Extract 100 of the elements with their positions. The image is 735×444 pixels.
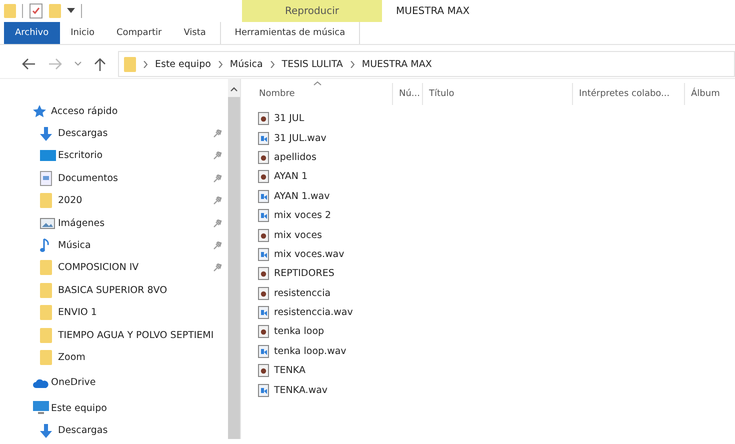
file-row[interactable]: AYAN 1.wav bbox=[253, 186, 378, 206]
audio-project-file-icon bbox=[258, 286, 269, 300]
sidebar-item[interactable]: COMPOSICION IV bbox=[0, 256, 228, 280]
file-name: 31 JUL bbox=[274, 113, 304, 124]
file-row[interactable]: apellidos bbox=[253, 148, 378, 168]
chevron-icon[interactable] bbox=[270, 60, 275, 68]
audio-project-file-icon bbox=[258, 170, 269, 184]
scroll-up-icon[interactable] bbox=[230, 87, 238, 92]
wav-file-icon bbox=[258, 209, 269, 222]
file-name: tenka loop.wav bbox=[274, 346, 346, 357]
file-row[interactable]: TENKA bbox=[253, 361, 378, 380]
file-name: resistenccia bbox=[274, 288, 331, 299]
breadcrumb-item[interactable]: Este equipo bbox=[155, 58, 211, 70]
column-header[interactable]: Título bbox=[423, 83, 573, 105]
file-row[interactable]: TENKA.wav bbox=[253, 380, 378, 400]
new-folder-icon[interactable] bbox=[49, 3, 61, 19]
file-name: 31 JUL.wav bbox=[274, 132, 326, 144]
chevron-icon[interactable] bbox=[143, 60, 148, 68]
pin-icon[interactable] bbox=[213, 196, 222, 206]
sidebar-item[interactable]: OneDrive bbox=[0, 372, 228, 394]
sidebar-label: Zoom bbox=[58, 352, 86, 363]
sidebar-label: Descargas bbox=[58, 128, 109, 140]
sidebar-label: Imágenes bbox=[58, 218, 106, 229]
sidebar-label: TIEMPO AGUA Y POLVO SEPTIEMI bbox=[58, 330, 215, 341]
file-name: TENKA.wav bbox=[274, 384, 328, 396]
column-header[interactable]: Nombre bbox=[253, 83, 393, 105]
address-bar[interactable]: Este equipo Música TESIS LULITA MUESTRA MAX bbox=[118, 51, 735, 77]
sidebar-label: COMPOSICION IV bbox=[58, 262, 140, 274]
sidebar-item[interactable]: Escritorio bbox=[0, 144, 228, 168]
folder-icon bbox=[40, 282, 52, 298]
star-icon bbox=[33, 104, 46, 118]
file-row[interactable]: tenka loop.wav bbox=[253, 342, 378, 362]
sidebar-label: Descargas bbox=[58, 425, 109, 436]
file-row[interactable]: mix voces 2 bbox=[253, 206, 378, 226]
breadcrumb-item[interactable]: Música bbox=[230, 58, 263, 70]
wav-file-icon bbox=[258, 306, 269, 320]
file-row[interactable]: resistenccia bbox=[253, 284, 378, 303]
folder-icon bbox=[124, 56, 136, 72]
sidebar-item[interactable]: Música bbox=[0, 234, 228, 257]
ribbon-tab[interactable]: Herramientas de música bbox=[220, 22, 360, 44]
chevron-icon[interactable] bbox=[350, 60, 355, 68]
sidebar-item[interactable]: Acceso rápido bbox=[0, 100, 228, 122]
file-name: mix voces.wav bbox=[274, 248, 344, 260]
file-row[interactable]: mix voces.wav bbox=[253, 244, 378, 264]
file-row[interactable]: REPTIDORES bbox=[253, 264, 378, 284]
up-icon[interactable] bbox=[94, 58, 106, 70]
sidebar-label: Este equipo bbox=[51, 402, 108, 414]
sidebar-label: ENVIO 1 bbox=[58, 307, 98, 318]
sidebar-item[interactable]: ENVIO 1 bbox=[0, 302, 228, 324]
forward-icon[interactable] bbox=[48, 58, 62, 70]
sidebar-item[interactable]: Documentos bbox=[0, 167, 228, 190]
breadcrumb-item[interactable]: MUESTRA MAX bbox=[362, 58, 432, 70]
cloud-icon bbox=[33, 378, 49, 388]
file-row[interactable]: 31 JUL.wav bbox=[253, 128, 378, 148]
sidebar-label: BASICA SUPERIOR 8VO bbox=[58, 284, 168, 296]
pin-icon[interactable] bbox=[213, 151, 222, 160]
pin-icon[interactable] bbox=[213, 263, 222, 272]
sidebar-item[interactable]: Imágenes bbox=[0, 212, 228, 234]
wav-file-icon bbox=[258, 248, 269, 261]
breadcrumb-item[interactable]: TESIS LULITA bbox=[282, 58, 343, 70]
file-tab[interactable]: Archivo bbox=[4, 22, 60, 44]
audio-project-file-icon bbox=[258, 150, 269, 164]
sidebar-item[interactable]: Zoom bbox=[0, 346, 228, 369]
pin-icon[interactable] bbox=[213, 129, 222, 138]
sidebar-label: Escritorio bbox=[58, 150, 104, 162]
file-row[interactable]: resistenccia.wav bbox=[253, 302, 378, 322]
file-name: TENKA bbox=[274, 365, 306, 376]
folder-icon bbox=[40, 305, 52, 320]
folder-icon[interactable] bbox=[4, 3, 16, 19]
chevron-icon[interactable] bbox=[218, 60, 223, 68]
back-icon[interactable] bbox=[22, 58, 36, 70]
column-header[interactable]: Álbum bbox=[685, 83, 725, 105]
file-name: AYAN 1 bbox=[274, 171, 308, 182]
file-row[interactable]: 31 JUL bbox=[253, 109, 378, 128]
pin-icon[interactable] bbox=[213, 241, 222, 250]
sidebar-item[interactable]: Descargas bbox=[0, 419, 228, 442]
column-header[interactable]: Intérpretes colabo... bbox=[573, 83, 685, 105]
file-name: mix voces bbox=[274, 230, 322, 241]
pin-icon[interactable] bbox=[213, 218, 222, 228]
sidebar-item[interactable]: 2020 bbox=[0, 190, 228, 212]
pin-icon[interactable] bbox=[213, 174, 222, 183]
properties-icon[interactable] bbox=[29, 3, 43, 19]
sidebar-label: 2020 bbox=[58, 195, 84, 206]
sidebar-item[interactable]: TIEMPO AGUA Y POLVO SEPTIEMI bbox=[0, 324, 228, 346]
computer-icon bbox=[33, 401, 49, 416]
wav-file-icon bbox=[258, 344, 269, 358]
sidebar-item[interactable]: BASICA SUPERIOR 8VO bbox=[0, 279, 228, 302]
sidebar-item[interactable]: Este equipo bbox=[0, 397, 228, 420]
wav-file-icon bbox=[258, 384, 269, 397]
sidebar-label: Música bbox=[58, 240, 92, 252]
wav-file-icon bbox=[258, 132, 269, 145]
audio-project-file-icon bbox=[258, 364, 269, 378]
dropdown-icon[interactable] bbox=[67, 8, 75, 14]
file-row[interactable]: AYAN 1 bbox=[253, 167, 378, 187]
file-row[interactable]: mix voces bbox=[253, 225, 378, 245]
sidebar-label: Acceso rápido bbox=[51, 106, 119, 117]
file-row[interactable]: tenka loop bbox=[253, 322, 378, 342]
column-header[interactable]: Nú... bbox=[393, 83, 423, 105]
sidebar-item[interactable]: Descargas bbox=[0, 122, 228, 145]
sidebar-label: OneDrive bbox=[51, 377, 97, 388]
